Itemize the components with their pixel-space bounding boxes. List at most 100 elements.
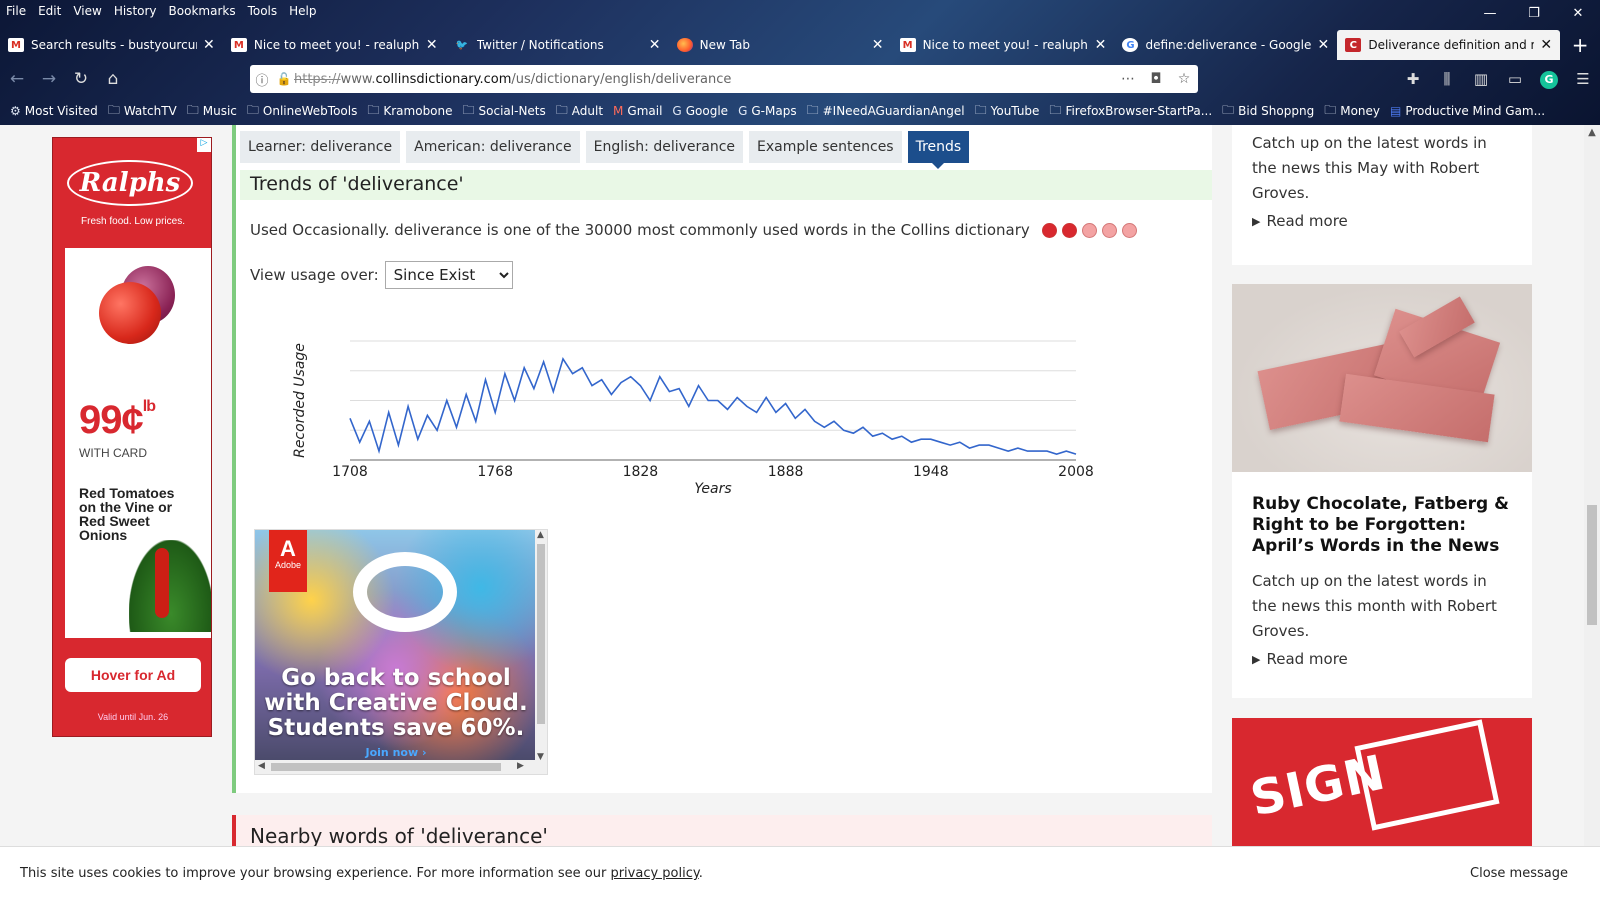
tab-close-icon[interactable]: ✕ [647, 37, 663, 53]
privacy-policy-link[interactable]: privacy policy [610, 866, 698, 881]
tab-close-icon[interactable]: ✕ [1538, 37, 1554, 53]
browser-tab[interactable]: M Nice to meet you! - realuphum ✕ [892, 30, 1115, 60]
reload-icon[interactable]: ↻ [66, 64, 96, 94]
menu-tools[interactable]: Tools [248, 4, 278, 18]
browser-tab[interactable]: New Tab ✕ [669, 30, 892, 60]
trends-heading-bar: Trends of 'deliverance' [240, 170, 1212, 200]
back-icon[interactable]: ← [2, 64, 32, 94]
ad-horizontal-scrollbar[interactable]: ◀ ▶ [255, 760, 537, 774]
bookmark-item[interactable]: 🗀 WatchTV [108, 101, 177, 122]
screen-icon[interactable]: ▭ [1498, 70, 1532, 88]
scrollbar-thumb[interactable] [271, 763, 501, 771]
usage-dot [1121, 222, 1137, 238]
tab-close-icon[interactable]: ✕ [424, 37, 440, 53]
usage-period-select[interactable]: Since Exist [384, 261, 513, 289]
bookmark-item[interactable]: M Gmail [613, 104, 662, 118]
new-tab-icon[interactable]: + [1560, 30, 1600, 60]
folder-icon: 🗀 [806, 102, 819, 117]
bookmark-item[interactable]: 🗀 YouTube [975, 101, 1040, 122]
extension-icon[interactable]: ✚ [1396, 70, 1430, 88]
scroll-up-icon[interactable]: ▲ [1584, 127, 1600, 138]
browser-tab[interactable]: 🐦 Twitter / Notifications ✕ [446, 30, 669, 60]
restore-icon[interactable]: ❐ [1512, 0, 1556, 26]
minimize-icon[interactable]: — [1468, 0, 1512, 26]
tab-learner[interactable]: Learner: deliverance [240, 131, 401, 163]
ad-valid-until: Valid until Jun. 26 [97, 712, 169, 722]
scroll-down-icon[interactable]: ▼ [537, 752, 544, 762]
usage-dot [1061, 222, 1077, 238]
window-close-icon[interactable]: ✕ [1556, 0, 1600, 26]
page-actions-icon[interactable]: ⋯ [1114, 71, 1142, 87]
ruby-chocolate-image[interactable] [1232, 284, 1532, 472]
menu-help[interactable]: Help [289, 4, 316, 18]
insecure-lock-icon[interactable]: 🔓 [274, 72, 294, 86]
browser-tab[interactable]: G define:deliverance - Google Se ✕ [1114, 30, 1337, 60]
bookmark-star-icon[interactable]: ☆ [1170, 71, 1198, 87]
url-bar[interactable]: ⓘ 🔓 https://www.collinsdictionary.com/us… [250, 65, 1198, 93]
tab-close-icon[interactable]: ✕ [1315, 37, 1331, 53]
news-card-title[interactable]: Ruby Chocolate, Fatberg & Right to be Fo… [1232, 494, 1532, 557]
menu-history[interactable]: History [114, 4, 157, 18]
ralphs-advertisement[interactable]: ▷ Ralphs Fresh food. Low prices. 99¢lb W… [52, 137, 212, 737]
url-text[interactable]: https://www.collinsdictionary.com/us/dic… [294, 72, 1114, 87]
menu-file[interactable]: File [6, 4, 26, 18]
tab-example-sentences[interactable]: Example sentences [749, 131, 902, 163]
caret-right-icon: ▶ [1252, 652, 1261, 666]
read-more-label: Read more [1266, 650, 1348, 668]
forward-icon[interactable]: → [34, 64, 64, 94]
bookmark-item[interactable]: 🗀 Music [187, 101, 237, 122]
grammarly-icon[interactable]: G [1532, 69, 1566, 89]
menu-bookmarks[interactable]: Bookmarks [169, 4, 236, 18]
library-icon[interactable]: ⫼ [1430, 70, 1464, 88]
twitter-icon: 🐦 [455, 39, 468, 51]
adchoices-icon[interactable]: ▷ [197, 138, 211, 152]
close-message-button[interactable]: Close message [1470, 866, 1568, 881]
info-icon[interactable]: ⓘ [250, 70, 274, 89]
tab-trends[interactable]: Trends [907, 131, 970, 169]
bookmark-item[interactable]: 🗀 Bid Shoppng [1222, 101, 1314, 122]
x-tick-label: 1888 [768, 464, 804, 480]
folder-icon: 🗀 [1049, 102, 1062, 117]
browser-tab[interactable]: M Search results - bustyourcumb ✕ [0, 30, 223, 60]
menu-edit[interactable]: Edit [38, 4, 61, 18]
scrollbar-thumb[interactable] [537, 544, 545, 724]
bookmark-item[interactable]: G Google [672, 104, 728, 118]
bookmark-item[interactable]: ▤ Productive Mind Gam... [1390, 104, 1545, 118]
ad-vertical-scrollbar[interactable]: ▲ ▼ [535, 530, 547, 762]
bookmark-item[interactable]: 🗀 Adult [556, 101, 603, 122]
creative-cloud-ad-image[interactable]: A Adobe Go back to school with Creative … [255, 530, 537, 762]
menu-hamburger-icon[interactable]: ☰ [1566, 70, 1600, 88]
tab-american[interactable]: American: deliverance [406, 131, 580, 163]
tab-close-icon[interactable]: ✕ [870, 37, 886, 53]
menu-view[interactable]: View [73, 4, 101, 18]
scroll-up-icon[interactable]: ▲ [537, 530, 544, 540]
sidebar-icon[interactable]: ▥ [1464, 70, 1498, 88]
pocket-icon[interactable]: ◘ [1142, 71, 1170, 87]
bookmark-label: Money [1340, 104, 1381, 118]
hover-for-ad-button[interactable]: Hover for Ad [65, 658, 201, 692]
browser-tab[interactable]: M Nice to meet you! - realuphum ✕ [223, 30, 446, 60]
bookmark-item[interactable]: 🗀 #INeedAGuardianAngel [807, 101, 965, 122]
tab-english[interactable]: English: deliverance [585, 131, 744, 163]
bookmark-item[interactable]: 🗀 Money [1324, 101, 1380, 122]
scroll-left-icon[interactable]: ◀ [258, 761, 265, 771]
scrollbar-thumb[interactable] [1587, 505, 1597, 625]
tab-close-icon[interactable]: ✕ [201, 37, 217, 53]
bookmark-item[interactable]: 🗀 OnlineWebTools [247, 101, 357, 122]
bookmark-item[interactable]: ⚙ Most Visited [10, 104, 98, 118]
read-more-link[interactable]: ▶ Read more [1232, 212, 1532, 230]
bookmark-item[interactable]: 🗀 FirefoxBrowser-StartPa... [1049, 101, 1212, 122]
browser-tab-active[interactable]: C Deliverance definition and me ✕ [1337, 30, 1561, 60]
join-now-link[interactable]: Join now › [255, 746, 537, 759]
usage-dot [1041, 222, 1057, 238]
bookmark-item[interactable]: G G-Maps [738, 104, 797, 118]
bookmark-item[interactable]: 🗀 Kramobone [367, 101, 452, 122]
creative-cloud-advertisement[interactable]: A Adobe Go back to school with Creative … [254, 529, 548, 775]
read-more-link[interactable]: ▶ Read more [1232, 650, 1532, 668]
home-icon[interactable]: ⌂ [98, 64, 128, 94]
scroll-right-icon[interactable]: ▶ [517, 761, 524, 771]
tab-close-icon[interactable]: ✕ [1092, 37, 1108, 53]
page-scrollbar[interactable]: ▲ [1584, 125, 1600, 900]
bookmark-item[interactable]: 🗀 Social-Nets [463, 101, 546, 122]
price-unit: lb [142, 398, 156, 415]
